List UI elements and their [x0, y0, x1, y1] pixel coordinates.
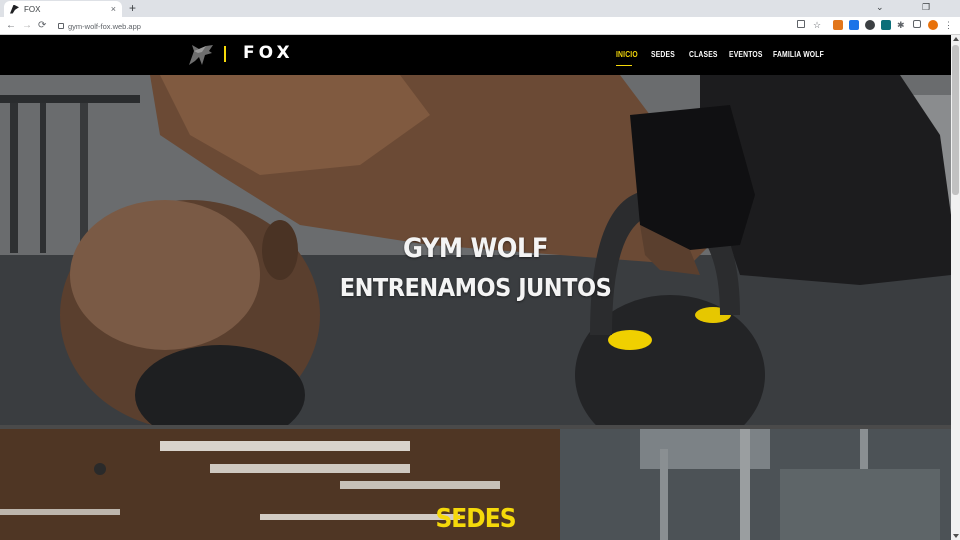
page-scrollbar[interactable] [951, 35, 960, 540]
tab-title: FOX [24, 4, 41, 14]
profile-avatar-icon[interactable] [928, 20, 938, 30]
web-page: FOX INICIO SEDES CLASES EVENTOS FAMILIA … [0, 35, 951, 540]
window-minimize-icon[interactable]: ⌄ [876, 2, 884, 13]
nav-link-sedes[interactable]: SEDES [651, 50, 675, 59]
sedes-heading: SEDES [435, 504, 516, 534]
browser-toolbar: ← → ⟳ gym-wolf-fox.web.app ☆ ✱ ⋮ [0, 17, 960, 35]
wolf-favicon-icon [10, 4, 19, 14]
new-tab-button[interactable]: + [129, 1, 136, 15]
site-header: FOX INICIO SEDES CLASES EVENTOS FAMILIA … [0, 35, 951, 75]
shield-extension-icon[interactable] [849, 20, 859, 30]
nav-item-inicio[interactable]: INICIO [616, 50, 642, 59]
bookmark-star-icon[interactable]: ☆ [813, 20, 823, 30]
hero-section: GYM WOLF ENTRENAMOS JUNTOS [0, 75, 951, 425]
reload-button[interactable]: ⟳ [38, 19, 46, 33]
nav-item-sedes[interactable]: SEDES [651, 50, 679, 59]
tab-close-icon[interactable]: × [111, 4, 116, 14]
nav-link-inicio[interactable]: INICIO [616, 50, 638, 59]
share-icon[interactable] [797, 20, 805, 28]
url-text: gym-wolf-fox.web.app [68, 21, 141, 31]
browser-tabbar: FOX × + ⌄ ❐ [0, 0, 960, 17]
browser-tab[interactable]: FOX × [4, 1, 122, 17]
lock-icon [58, 23, 64, 29]
sidepanel-icon[interactable] [913, 20, 921, 28]
address-bar[interactable]: gym-wolf-fox.web.app [54, 19, 824, 33]
circle-extension-icon[interactable] [865, 20, 875, 30]
back-button[interactable]: ← [6, 19, 16, 33]
nav-item-familia-wolf[interactable]: FAMILIA WOLF [773, 50, 833, 59]
scroll-down-arrow-icon[interactable] [953, 534, 959, 538]
nav-item-clases[interactable]: CLASES [689, 50, 723, 59]
wolf-logo-icon[interactable] [188, 43, 214, 67]
hero-subtitle: ENTRENAMOS JUNTOS [339, 273, 612, 302]
window-restore-icon[interactable]: ❐ [922, 2, 930, 13]
nav-item-eventos[interactable]: EVENTOS [729, 50, 769, 59]
puzzle-extensions-icon[interactable]: ✱ [897, 20, 907, 30]
grid-extension-icon[interactable] [881, 20, 891, 30]
nav-link-clases[interactable]: CLASES [689, 50, 718, 59]
menu-kebab-icon[interactable]: ⋮ [944, 20, 954, 30]
hero-title: GYM WOLF [402, 233, 549, 264]
sedes-section: SEDES [0, 429, 951, 540]
forward-button[interactable]: → [22, 19, 32, 33]
metamask-extension-icon[interactable] [833, 20, 843, 30]
logo-divider [224, 46, 226, 62]
nav-link-familia-wolf[interactable]: FAMILIA WOLF [773, 50, 824, 59]
brand-logo-text[interactable]: FOX [243, 43, 294, 63]
nav-link-eventos[interactable]: EVENTOS [729, 50, 763, 59]
scrollbar-thumb[interactable] [952, 45, 959, 195]
active-nav-underline [616, 65, 632, 66]
scroll-up-arrow-icon[interactable] [953, 37, 959, 41]
